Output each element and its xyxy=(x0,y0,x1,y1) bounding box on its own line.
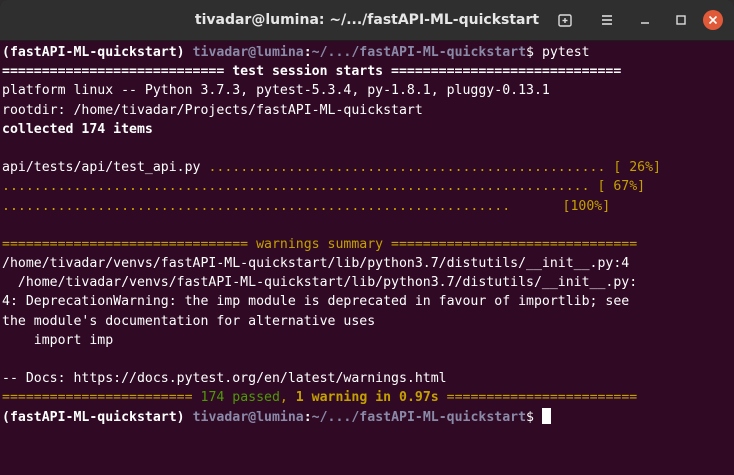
prompt-path: ~/.../fastAPI-ML-quickstart xyxy=(311,409,527,425)
test-percent: [ 26%] xyxy=(605,160,661,176)
summary-comma: , xyxy=(279,390,296,406)
test-dots: ........................................… xyxy=(208,160,606,176)
platform-line: platform linux -- Python 3.7.3, pytest-5… xyxy=(2,83,550,99)
warning-code-line: import imp xyxy=(2,332,114,348)
summary-line: ======================== 174 passed, 1 w… xyxy=(2,388,734,407)
terminal-window: tivadar@lumina: ~/.../fastAPI-ML-quickst… xyxy=(0,0,734,475)
title-bar[interactable]: tivadar@lumina: ~/.../fastAPI-ML-quickst… xyxy=(0,0,734,41)
venv-name: (fastAPI-ML-quickstart) xyxy=(2,45,193,60)
test-percent: [100%] xyxy=(562,198,611,214)
test-dots: ........................................… xyxy=(2,179,590,195)
test-dots: ........................................… xyxy=(2,198,511,214)
prompt-user: tivadar@lumina xyxy=(192,45,304,60)
prompt-dollar: $ xyxy=(526,45,542,60)
venv-name: (fastAPI-ML-quickstart) xyxy=(2,409,193,425)
warning-path-line: /home/tivadar/venvs/fastAPI-ML-quickstar… xyxy=(2,256,630,272)
collected-line: collected 174 items xyxy=(2,121,153,137)
session-header: ============================ test sessio… xyxy=(2,64,622,80)
prompt-path: ~/.../fastAPI-ML-quickstart xyxy=(311,45,527,60)
test-percent: [ 67%] xyxy=(589,179,646,195)
warnings-header: =============================== warnings… xyxy=(2,236,638,252)
test-progress-line: ........................................… xyxy=(2,177,734,196)
prompt-dollar: $ xyxy=(526,409,542,425)
prompt-line: (fastAPI-ML-quickstart) tivadar@lumina:~… xyxy=(2,407,734,427)
text-cursor xyxy=(541,407,551,424)
summary-left-sep: ======================== xyxy=(2,390,201,406)
warning-count: 1 warning in 0.97s xyxy=(295,390,439,406)
warning-path-line: /home/tivadar/venvs/fastAPI-ML-quickstar… xyxy=(2,275,638,291)
test-progress-line: ........................................… xyxy=(2,197,734,216)
docs-link-line[interactable]: -- Docs: https://docs.pytest.org/en/late… xyxy=(2,369,734,388)
terminal-output[interactable]: (fastAPI-ML-quickstart) tivadar@lumina:~… xyxy=(0,41,734,475)
passed-count: 174 passed xyxy=(200,390,280,406)
window-title: tivadar@lumina: ~/.../fastAPI-ML-quickst… xyxy=(194,12,540,28)
prompt-sep: : xyxy=(303,409,312,425)
test-progress-line: api/tests/api/test_api.py ..............… xyxy=(2,158,734,177)
summary-right-sep: ======================== xyxy=(438,390,638,406)
warning-message-line: 4: DeprecationWarning: the imp module is… xyxy=(2,294,630,310)
prompt-line: (fastAPI-ML-quickstart) tivadar@lumina:~… xyxy=(2,43,734,62)
prompt-user: tivadar@lumina xyxy=(192,409,304,425)
command-text: pytest xyxy=(541,45,590,60)
warning-message-line: the module's documentation for alternati… xyxy=(2,313,376,329)
rootdir-line: rootdir: /home/tivadar/Projects/fastAPI-… xyxy=(2,102,423,118)
prompt-sep: : xyxy=(303,45,312,60)
test-file-name: api/tests/api/test_api.py xyxy=(2,160,209,176)
